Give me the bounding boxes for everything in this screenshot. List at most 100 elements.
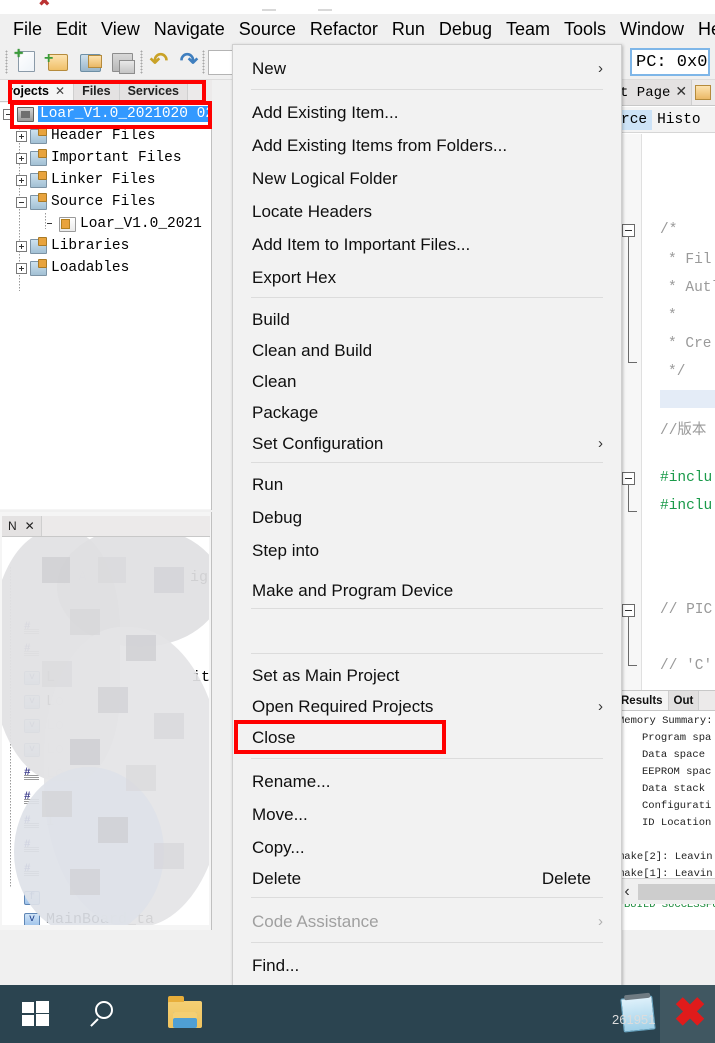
list-item[interactable]: # Lo (24, 761, 64, 786)
menu-item-add-existing-items-from-folders[interactable]: Add Existing Items from Folders... (233, 129, 621, 162)
search-icon[interactable] (90, 1001, 123, 1029)
tree-item-important-files[interactable]: Important Files (16, 147, 182, 169)
file-explorer-icon[interactable] (168, 996, 202, 1028)
list-item[interactable]: v L (24, 665, 55, 690)
tree-item-header-files[interactable]: Header Files (16, 125, 155, 147)
menu-item-code-assistance[interactable]: Code Assistance › (233, 905, 621, 938)
tree-item-loadables[interactable]: Loadables (16, 257, 129, 279)
menu-item-new-logical-folder[interactable]: New Logical Folder (233, 162, 621, 195)
expand-icon[interactable] (16, 152, 27, 164)
variable-icon: v (24, 912, 40, 925)
menu-item-move[interactable]: Move... (233, 798, 621, 831)
menu-item-clean[interactable]: Clean (233, 365, 621, 398)
menu-run[interactable]: Run (385, 17, 432, 42)
menu-item-rename[interactable]: Rename... (233, 765, 621, 798)
menu-separator (251, 897, 603, 898)
toolbar-grip-2[interactable] (140, 50, 143, 74)
tab-services-label: Services (127, 83, 179, 98)
menu-item-step-into[interactable]: Step into (233, 534, 621, 567)
menu-item-run[interactable]: Run (233, 468, 621, 501)
collapse-icon[interactable] (3, 108, 14, 120)
file-tab-icon[interactable] (695, 85, 712, 100)
list-item[interactable]: # (24, 637, 46, 662)
tree-item-libraries[interactable]: Libraries (16, 235, 129, 257)
menu-item-delete[interactable]: Delete Delete (233, 862, 621, 895)
menu-item-find[interactable]: Find... (233, 949, 621, 982)
menu-item-new[interactable]: New › (233, 52, 621, 85)
menu-help[interactable]: Help (691, 17, 715, 42)
new-file-icon[interactable] (14, 47, 35, 72)
list-item[interactable]: v Lo (24, 713, 64, 738)
menu-item-copy[interactable]: Copy... (233, 831, 621, 864)
toolbar-grip-1[interactable] (5, 50, 8, 74)
tree-item-source-file[interactable]: Loar_V1.0_2021 (45, 213, 202, 235)
tab-navigator[interactable]: N ✕ (2, 516, 42, 536)
menu-edit[interactable]: Edit (49, 17, 94, 42)
fold-collapse-icon-2[interactable] (622, 472, 635, 485)
menu-view[interactable]: View (94, 17, 147, 42)
list-item[interactable]: # (24, 857, 46, 882)
save-all-icon[interactable] (112, 53, 135, 74)
fold-collapse-icon-3[interactable] (622, 604, 635, 617)
expand-icon[interactable] (16, 174, 27, 186)
list-item[interactable]: v Lo (24, 689, 64, 714)
fold-collapse-icon[interactable] (622, 224, 635, 237)
tab-start-page[interactable]: t Page ✕ (616, 80, 693, 105)
menu-item-close[interactable]: Close (233, 721, 621, 754)
menu-item-package[interactable]: Package (233, 396, 621, 429)
tab-projects[interactable]: rojects ✕ (0, 80, 75, 101)
list-item[interactable]: # (24, 833, 46, 858)
tab-results[interactable]: Results (616, 691, 669, 710)
pc-register-field[interactable]: PC: 0x0 (630, 48, 710, 76)
tab-output[interactable]: Out (668, 691, 700, 710)
toolbar-grip-3[interactable] (202, 50, 205, 74)
menu-navigate[interactable]: Navigate (147, 17, 232, 42)
scrollbar-thumb[interactable] (638, 883, 715, 900)
output-horizontal-scrollbar[interactable]: ‹ (616, 878, 715, 904)
tab-services[interactable]: Services (119, 80, 188, 101)
menu-item-build[interactable]: Build (233, 303, 621, 336)
code-line: // PIC (660, 602, 713, 618)
tree-item-project[interactable]: Loar_V1.0_2021020 02 (3, 103, 211, 125)
menu-item-export-hex[interactable]: Export Hex (233, 261, 621, 294)
list-item-label: Lo (46, 741, 65, 758)
menu-refactor[interactable]: Refactor (303, 17, 385, 42)
undo-icon[interactable]: ↶ (148, 50, 170, 73)
menu-window[interactable]: Window (613, 17, 691, 42)
subtab-history[interactable]: Histo (652, 110, 706, 130)
menu-item-clean-and-build[interactable]: Clean and Build (233, 334, 621, 367)
open-project-icon[interactable] (80, 54, 102, 72)
menu-item-locate-headers[interactable]: Locate Headers (233, 195, 621, 228)
menu-debug[interactable]: Debug (432, 17, 499, 42)
close-icon[interactable]: ✕ (675, 84, 687, 101)
list-item[interactable]: v MainBoard_ta (24, 907, 154, 925)
list-item[interactable]: # L (24, 785, 55, 810)
new-project-icon[interactable] (44, 52, 68, 71)
menu-separator (251, 89, 603, 90)
close-icon[interactable]: ✕ (55, 84, 65, 98)
expand-icon[interactable] (16, 240, 27, 252)
menu-tools[interactable]: Tools (557, 17, 613, 42)
list-item[interactable]: v Lo (24, 737, 64, 762)
expand-icon[interactable] (16, 130, 27, 142)
menu-item-set-configuration[interactable]: Set Configuration › (233, 427, 621, 460)
menu-item-add-item-to-important-files[interactable]: Add Item to Important Files... (233, 228, 621, 261)
menu-file[interactable]: File (6, 17, 49, 42)
tree-item-linker-files[interactable]: Linker Files (16, 169, 155, 191)
start-button[interactable] (22, 1001, 49, 1027)
redo-icon[interactable]: ↷ (178, 50, 200, 73)
menu-item-debug[interactable]: Debug (233, 501, 621, 534)
menu-source[interactable]: Source (232, 17, 303, 42)
collapse-icon[interactable] (16, 196, 27, 208)
list-item[interactable]: # I (24, 809, 55, 834)
tab-files[interactable]: Files (74, 80, 120, 101)
menu-team[interactable]: Team (499, 17, 557, 42)
menu-item-make-and-program-device[interactable]: Make and Program Device (233, 574, 621, 607)
close-icon[interactable]: ✕ (25, 519, 35, 533)
menu-item-add-existing-item[interactable]: Add Existing Item... (233, 96, 621, 129)
menu-item-open-required-projects[interactable]: Open Required Projects › (233, 690, 621, 723)
menu-item-set-as-main-project[interactable]: Set as Main Project (233, 659, 621, 692)
close-x-icon[interactable]: ✖ (672, 993, 708, 1033)
tree-item-source-files[interactable]: Source Files (16, 191, 155, 213)
expand-icon[interactable] (16, 262, 27, 274)
